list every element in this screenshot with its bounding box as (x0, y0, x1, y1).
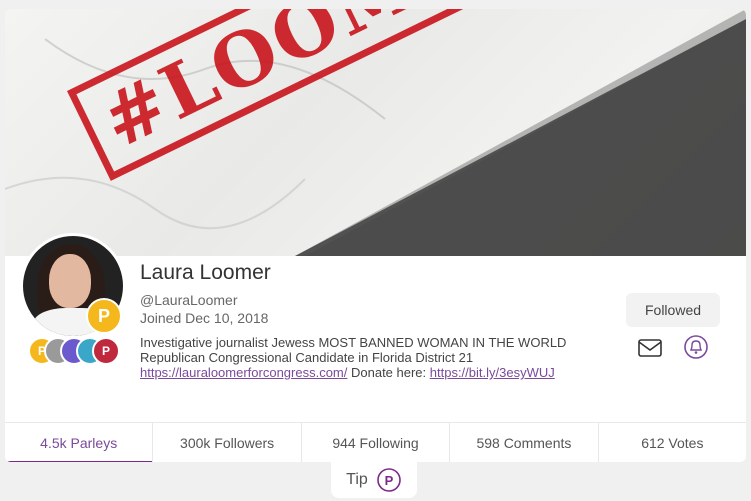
profile-name: Laura Loomer (140, 261, 271, 284)
profile-card: #LOOMERED 4.5k Parleys 300k Followers 94… (5, 9, 746, 462)
notification-bell-icon[interactable] (683, 334, 709, 360)
avatar-face (49, 254, 91, 308)
profile-stats-tabs: 4.5k Parleys 300k Followers 944 Followin… (5, 422, 746, 462)
bio-link-donate[interactable]: https://bit.ly/3esyWUJ (430, 365, 555, 380)
tip-button[interactable]: Tip P (331, 462, 417, 498)
tab-followers[interactable]: 300k Followers (153, 423, 302, 462)
tip-label: Tip (346, 471, 368, 488)
tab-parleys[interactable]: 4.5k Parleys (5, 423, 154, 462)
bio-link-website[interactable]: https://lauraloomerforcongress.com/ (140, 365, 347, 380)
svg-text:P: P (384, 473, 393, 488)
profile-bio: Investigative journalist Jewess MOST BAN… (140, 335, 600, 380)
tab-votes[interactable]: 612 Votes (599, 423, 746, 462)
followed-button[interactable]: Followed (626, 293, 720, 327)
parler-coin-icon: P (377, 468, 401, 492)
tab-comments[interactable]: 598 Comments (450, 423, 599, 462)
bio-text: Investigative journalist Jewess MOST BAN… (140, 335, 567, 365)
verified-badge-icon: P (86, 298, 122, 334)
joined-date: Joined Dec 10, 2018 (140, 310, 269, 326)
badge-icon-parler[interactable]: P (92, 337, 120, 365)
mail-icon[interactable] (637, 336, 663, 360)
profile-banner: #LOOMERED (5, 9, 746, 256)
profile-handle: @LauraLoomer (140, 292, 238, 308)
bio-donate-text: Donate here: (347, 365, 430, 380)
tab-following[interactable]: 944 Following (302, 423, 451, 462)
